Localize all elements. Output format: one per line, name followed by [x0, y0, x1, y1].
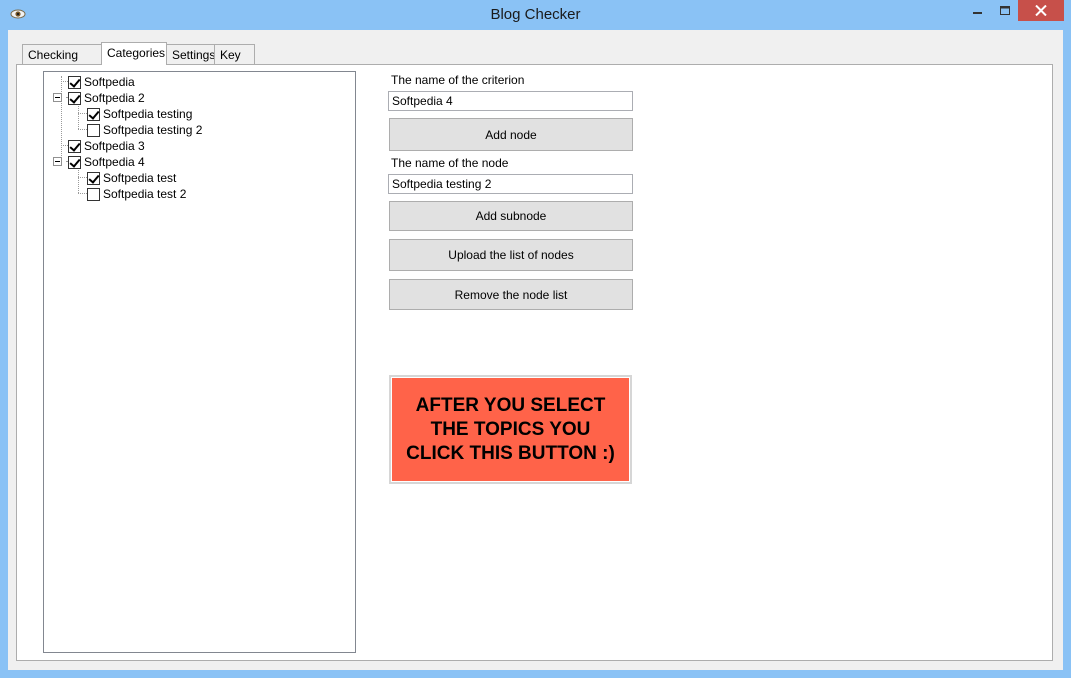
tree-node-label: Softpedia 3 [84, 139, 145, 153]
collapse-icon[interactable] [53, 93, 62, 102]
minimize-icon [973, 11, 982, 14]
tree-node[interactable]: Softpedia test [87, 170, 176, 186]
tree-node[interactable]: Softpedia testing [87, 106, 192, 122]
tree-node-label: Softpedia [84, 75, 135, 89]
tree-node[interactable]: Softpedia 4 [68, 154, 145, 170]
title-bar[interactable]: Blog Checker [0, 0, 1071, 30]
checkbox[interactable] [68, 139, 81, 153]
tree-node[interactable]: Softpedia [68, 74, 135, 90]
checkbox[interactable] [68, 91, 81, 105]
tree-node-label: Softpedia testing 2 [103, 123, 203, 137]
tab-key[interactable]: Key [214, 44, 255, 64]
tree-line [78, 102, 79, 129]
remove-node-list-button[interactable]: Remove the node list [389, 279, 633, 310]
tree-node[interactable]: Softpedia test 2 [87, 186, 186, 202]
maximize-button[interactable] [992, 0, 1018, 21]
categories-panel: Softpedia Softpedia 2 Softpedia testing … [16, 64, 1053, 661]
tree-line [78, 166, 79, 193]
checkbox[interactable] [87, 187, 100, 201]
close-button[interactable] [1018, 0, 1064, 21]
checkbox[interactable] [68, 75, 81, 89]
tree-node-label: Softpedia test [103, 171, 177, 185]
tree-node-label: Softpedia 2 [84, 91, 145, 105]
node-input[interactable] [388, 174, 633, 194]
add-node-button[interactable]: Add node [389, 118, 633, 151]
tab-checking-links[interactable]: Checking links [22, 44, 102, 76]
minimize-button[interactable] [964, 0, 992, 21]
checkbox[interactable] [68, 155, 81, 169]
app-window: Blog Checker Checking links Categories S… [0, 0, 1071, 678]
add-subnode-button[interactable]: Add subnode [389, 201, 633, 231]
tree-node[interactable]: Softpedia 2 [68, 90, 145, 106]
maximize-icon [999, 5, 1010, 15]
tab-categories[interactable]: Categories [101, 42, 167, 65]
client-area: Checking links Categories Settings Key [8, 30, 1063, 670]
node-label: The name of the node [391, 156, 509, 170]
checkbox[interactable] [87, 123, 100, 137]
checkbox[interactable] [87, 107, 100, 121]
apply-topics-label: AFTER YOU SELECT THE TOPICS YOU CLICK TH… [392, 378, 629, 481]
tree-node[interactable]: Softpedia testing 2 [87, 122, 202, 138]
tree-node-label: Softpedia 4 [84, 155, 145, 169]
collapse-icon[interactable] [53, 157, 62, 166]
window-title: Blog Checker [490, 6, 581, 23]
criterion-label: The name of the criterion [391, 73, 525, 87]
tree-line [61, 76, 62, 164]
upload-nodes-button[interactable]: Upload the list of nodes [389, 239, 633, 271]
tree-node[interactable]: Softpedia 3 [68, 138, 145, 154]
tree-node-label: Softpedia test 2 [103, 187, 187, 201]
close-icon [1035, 5, 1047, 16]
apply-topics-button[interactable]: AFTER YOU SELECT THE TOPICS YOU CLICK TH… [389, 375, 632, 484]
criterion-input[interactable] [388, 91, 633, 111]
tab-settings[interactable]: Settings [166, 44, 215, 64]
checkbox[interactable] [87, 171, 100, 185]
category-tree[interactable]: Softpedia Softpedia 2 Softpedia testing … [43, 71, 356, 653]
tree-node-label: Softpedia testing [103, 107, 193, 121]
